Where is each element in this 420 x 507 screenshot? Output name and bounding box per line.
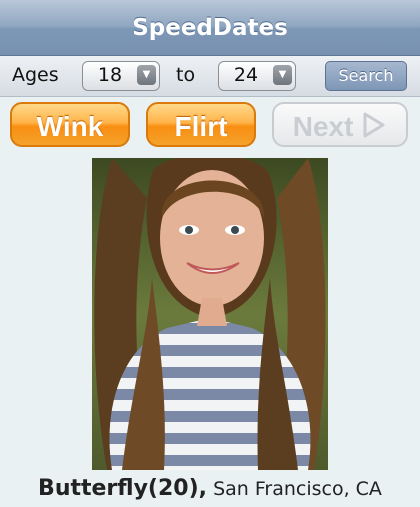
app-title: SpeedDates [132,14,288,41]
wink-button[interactable]: Wink [10,102,130,147]
profile-photo[interactable] [92,158,328,470]
profile-caption: Butterfly(20), San Francisco, CA [0,476,420,501]
next-label: Next [292,111,354,142]
min-age-value: 18 [97,64,123,86]
max-age-value: 24 [233,64,259,86]
wink-label: Wink [36,111,104,142]
chevron-down-icon: ▼ [137,65,156,85]
title-bar: SpeedDates [0,0,420,56]
ages-label: Ages [12,64,59,86]
age-filter-bar: Ages 18 ▼ to 24 ▼ Search [0,56,420,97]
min-age-select[interactable]: 18 ▼ [82,61,160,91]
search-button[interactable]: Search [325,61,407,91]
next-button[interactable]: Next [272,102,408,147]
profile-name: Butterfly(20), [38,476,208,501]
to-label: to [176,64,196,86]
flirt-label: Flirt [174,111,228,142]
chevron-down-icon: ▼ [273,65,292,85]
play-icon [363,112,385,138]
profile-location: San Francisco, CA [213,478,382,500]
profile-photo-image [92,158,328,470]
max-age-select[interactable]: 24 ▼ [218,61,296,91]
flirt-button[interactable]: Flirt [146,102,256,147]
